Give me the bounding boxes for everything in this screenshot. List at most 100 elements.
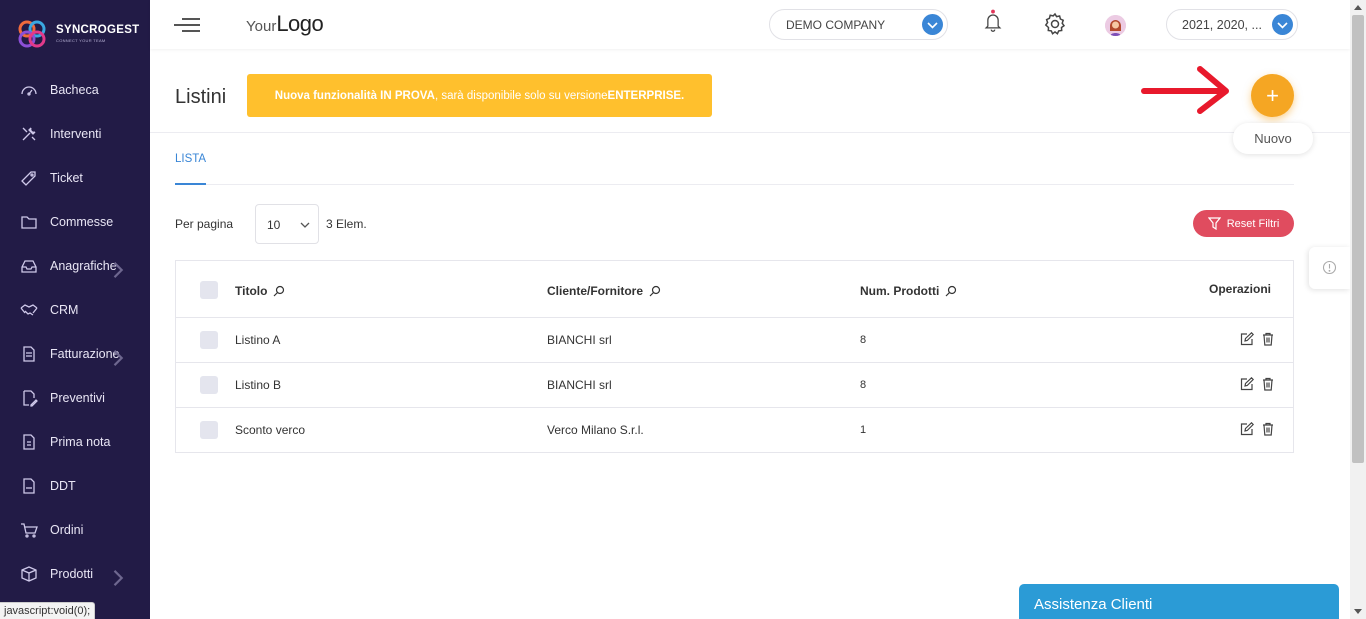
year-selector[interactable]: 2021, 2020, ... xyxy=(1166,9,1298,40)
cart-icon xyxy=(21,523,38,538)
table-row[interactable]: Sconto verco Verco Milano S.r.l. 1 xyxy=(176,408,1293,453)
ledger-icon xyxy=(23,434,35,450)
edit-icon[interactable] xyxy=(1240,421,1255,436)
customer-support-widget[interactable]: Assistenza Clienti xyxy=(1019,584,1339,619)
row-checkbox[interactable] xyxy=(200,331,218,349)
enterprise-notice-banner: Nuova funzionalità IN PROVA, sarà dispon… xyxy=(247,74,712,117)
row-operations xyxy=(1233,421,1275,436)
inbox-icon xyxy=(21,260,37,273)
column-label: Titolo xyxy=(235,284,268,298)
company-logo[interactable]: YourLogo xyxy=(246,11,324,37)
brand-name: SYNCROGEST xyxy=(56,24,140,37)
trash-icon[interactable] xyxy=(1261,422,1275,436)
sidebar-item-prima-nota[interactable]: Prima nota xyxy=(0,420,150,464)
sidebar-item-commesse[interactable]: Commesse xyxy=(0,200,150,244)
column-header-operazioni: Operazioni xyxy=(1209,282,1271,296)
scrollbar-thumb[interactable] xyxy=(1352,15,1364,463)
row-operations xyxy=(1233,376,1275,391)
sidebar-item-ordini[interactable]: Ordini xyxy=(0,508,150,552)
filter-icon xyxy=(1207,217,1221,230)
page-scrollbar[interactable] xyxy=(1350,0,1366,619)
sidebar-item-preventivi[interactable]: Preventivi xyxy=(0,376,150,420)
bell-icon[interactable] xyxy=(981,9,1005,33)
annotation-arrow-icon xyxy=(1141,66,1229,114)
column-header-titolo[interactable]: Titolo xyxy=(235,284,285,298)
cell-cliente: Verco Milano S.r.l. xyxy=(547,423,644,437)
sidebar-item-label: DDT xyxy=(50,479,76,493)
cell-titolo: Sconto verco xyxy=(235,423,306,437)
table-row[interactable]: Listino A BIANCHI srl 8 xyxy=(176,318,1293,363)
sidebar-item-label: Interventi xyxy=(50,127,102,141)
chevron-down-icon xyxy=(922,14,943,35)
chevron-right-icon xyxy=(113,570,124,586)
box-icon xyxy=(21,566,37,582)
folder-icon xyxy=(21,216,37,229)
sidebar-item-label: Ticket xyxy=(50,171,83,185)
price-lists-table: Titolo Cliente/Fornitore Num. Prodotti O… xyxy=(175,260,1294,453)
banner-text: , sarà disponibile solo su versione xyxy=(434,89,608,102)
column-header-cliente-fornitore[interactable]: Cliente/Fornitore xyxy=(547,284,661,298)
sidebar: SYNCROGEST CONNECT YOUR TEAM Bacheca Int… xyxy=(0,0,150,619)
sidebar-item-ticket[interactable]: Ticket xyxy=(0,156,150,200)
menu-toggle-icon[interactable] xyxy=(174,17,200,33)
cell-num-prodotti: 1 xyxy=(860,424,867,436)
search-icon[interactable] xyxy=(273,285,285,297)
top-header: YourLogo DEMO COMPANY 2021, 2020, ... xyxy=(150,0,1350,49)
scroll-up-icon[interactable] xyxy=(1354,5,1362,10)
company-selector-value: DEMO COMPANY xyxy=(786,17,886,32)
sidebar-nav: Bacheca Interventi Ticket Commesse Anagr… xyxy=(0,68,150,596)
sidebar-item-crm[interactable]: CRM xyxy=(0,288,150,332)
edit-icon[interactable] xyxy=(1240,331,1255,346)
sidebar-item-label: Anagrafiche xyxy=(50,259,117,273)
ticket-icon xyxy=(21,171,36,186)
sidebar-item-bacheca[interactable]: Bacheca xyxy=(0,68,150,112)
per-page-label: Per pagina xyxy=(175,217,234,231)
sidebar-item-ddt[interactable]: DDT xyxy=(0,464,150,508)
row-checkbox[interactable] xyxy=(200,421,218,439)
sidebar-item-label: CRM xyxy=(50,303,79,317)
side-info-tab[interactable] xyxy=(1309,247,1350,289)
chevron-down-icon xyxy=(300,222,310,228)
trash-icon[interactable] xyxy=(1261,332,1275,346)
edit-icon[interactable] xyxy=(1240,376,1255,391)
sidebar-item-anagrafiche[interactable]: Anagrafiche xyxy=(0,244,150,288)
tab-bar: LISTA xyxy=(175,133,1294,185)
table-header: Titolo Cliente/Fornitore Num. Prodotti O… xyxy=(176,261,1293,318)
select-all-checkbox[interactable] xyxy=(200,281,218,299)
sidebar-item-prodotti[interactable]: Prodotti xyxy=(0,552,150,596)
sidebar-item-label: Bacheca xyxy=(50,83,99,97)
dashboard-icon xyxy=(21,86,37,96)
banner-bold-prefix: Nuova funzionalità IN PROVA xyxy=(274,89,435,102)
column-label: Num. Prodotti xyxy=(860,284,940,298)
cell-num-prodotti: 8 xyxy=(860,334,867,346)
sidebar-item-fatturazione[interactable]: Fatturazione xyxy=(0,332,150,376)
column-header-num-prodotti[interactable]: Num. Prodotti xyxy=(860,284,957,298)
search-icon[interactable] xyxy=(649,285,661,297)
row-checkbox[interactable] xyxy=(200,376,218,394)
brand-logo[interactable]: SYNCROGEST CONNECT YOUR TEAM xyxy=(16,16,140,52)
add-new-button[interactable]: + xyxy=(1251,74,1294,117)
search-icon[interactable] xyxy=(945,285,957,297)
chevron-right-icon xyxy=(113,350,124,366)
chevron-down-icon xyxy=(1272,14,1293,35)
user-avatar[interactable] xyxy=(1105,15,1126,36)
trash-icon[interactable] xyxy=(1261,377,1275,391)
year-selector-value: 2021, 2020, ... xyxy=(1182,17,1262,32)
tab-lista[interactable]: LISTA xyxy=(175,133,206,185)
sidebar-item-interventi[interactable]: Interventi xyxy=(0,112,150,156)
sidebar-item-label: Preventivi xyxy=(50,391,105,405)
company-selector[interactable]: DEMO COMPANY xyxy=(769,9,948,40)
syncrogest-logo-icon xyxy=(18,20,46,48)
scroll-down-icon[interactable] xyxy=(1354,609,1362,614)
handshake-icon xyxy=(20,304,38,316)
per-page-select[interactable]: 10 xyxy=(255,204,319,244)
cell-titolo: Listino A xyxy=(235,333,281,347)
gear-icon[interactable] xyxy=(1043,12,1067,36)
reset-filters-button[interactable]: Reset Filtri xyxy=(1193,210,1294,237)
sidebar-item-label: Prima nota xyxy=(50,435,111,449)
sidebar-item-label: Prodotti xyxy=(50,567,94,581)
banner-bold-suffix: ENTERPRISE. xyxy=(607,89,685,102)
table-row[interactable]: Listino B BIANCHI srl 8 xyxy=(176,363,1293,408)
column-label: Operazioni xyxy=(1208,282,1271,296)
cell-cliente: BIANCHI srl xyxy=(547,378,612,392)
